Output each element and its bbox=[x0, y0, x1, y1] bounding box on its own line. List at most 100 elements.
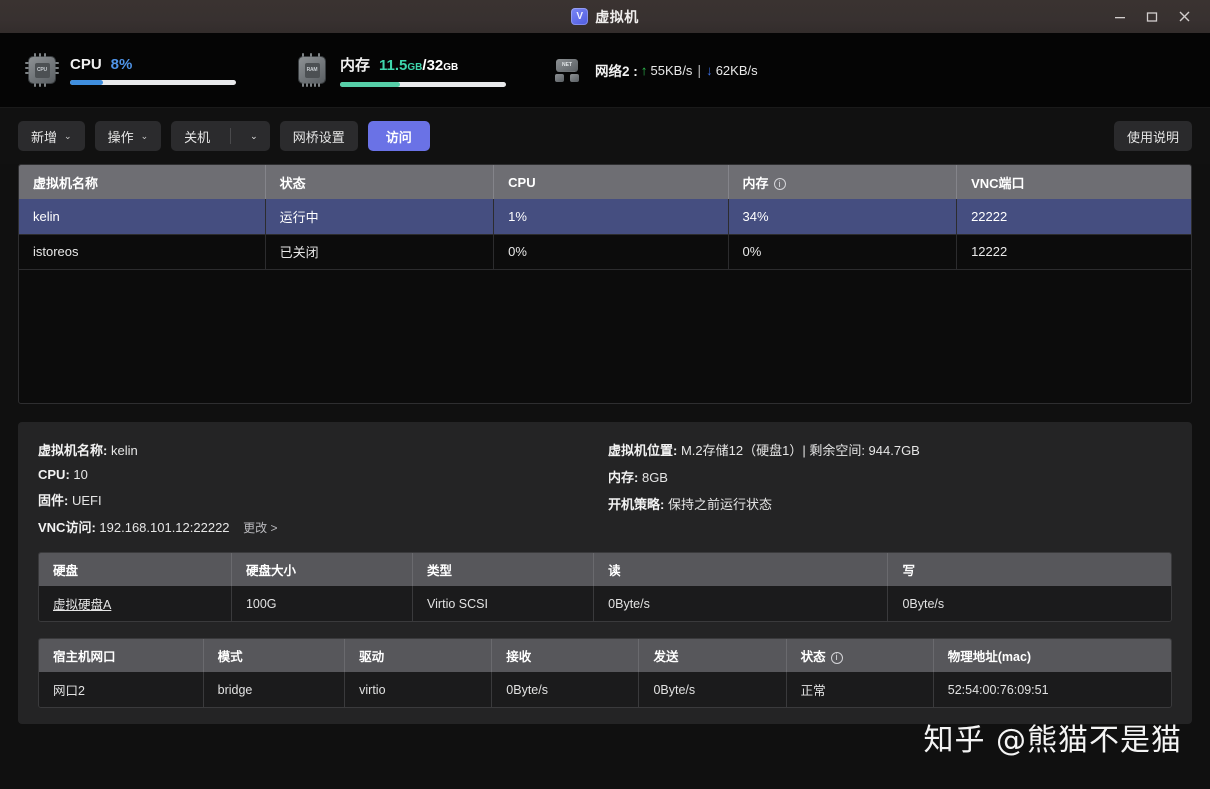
access-button-label: 访问 bbox=[385, 129, 412, 145]
memory-value: 11.5GB/32GB bbox=[379, 57, 458, 74]
column-header-vm-name[interactable]: 虚拟机名称 bbox=[19, 165, 266, 199]
detail-vnc-value: 192.168.101.12:22222 bbox=[99, 520, 230, 535]
cell-vm-cpu: 1% bbox=[493, 199, 729, 235]
column-header-driver: 驱动 bbox=[344, 639, 493, 672]
action-toolbar: 新增 ⌄ 操作 ⌄ 关机 ⌄ 网桥设置 访问 使用说明 bbox=[0, 108, 1210, 164]
add-button[interactable]: 新增 ⌄ bbox=[18, 121, 85, 151]
detail-location: 虚拟机位置: M.2存储12（硬盘1）| 剩余空间: 944.7GB bbox=[608, 440, 920, 459]
network-separator: | bbox=[697, 62, 701, 78]
cell-vm-name: istoreos bbox=[19, 234, 266, 270]
vm-details-panel: 虚拟机名称: kelin CPU: 10 固件: UEFI VNC访问: 192… bbox=[18, 422, 1192, 724]
column-header-net-status: 状态 i bbox=[786, 639, 934, 672]
cell-tx: 0Byte/s bbox=[638, 672, 787, 707]
cell-vm-memory: 0% bbox=[728, 234, 958, 270]
cpu-label: CPU bbox=[70, 55, 102, 73]
column-header-host-port: 宿主机网口 bbox=[39, 639, 204, 672]
memory-stat-body: 内存 11.5GB/32GB bbox=[340, 54, 506, 87]
vm-table: 虚拟机名称 状态 CPU 内存 i VNC端口 kelin 运行中 1% 34% 2222… bbox=[19, 165, 1191, 270]
memory-total-unit: GB bbox=[443, 61, 459, 73]
detail-boot-policy-label: 开机策略: bbox=[608, 497, 665, 512]
info-icon[interactable]: i bbox=[830, 651, 843, 664]
detail-memory: 内存: 8GB bbox=[608, 467, 920, 486]
network-table-body: 网口2 bridge virtio 0Byte/s 0Byte/s 正常 52:54:00:… bbox=[39, 672, 1171, 707]
detail-boot-policy: 开机策略: 保持之前运行状态 bbox=[608, 494, 920, 513]
cell-mode: bridge bbox=[203, 672, 346, 707]
cell-vm-vnc-port: 12222 bbox=[956, 234, 1191, 270]
maximize-icon[interactable] bbox=[1136, 0, 1168, 33]
detail-vm-name-value: kelin bbox=[110, 443, 138, 458]
close-icon[interactable] bbox=[1168, 0, 1200, 33]
bridge-settings-button[interactable]: 网桥设置 bbox=[279, 121, 358, 151]
action-button-label: 操作 bbox=[107, 129, 134, 145]
shutdown-chevron-down-icon[interactable]: ⌄ bbox=[238, 121, 270, 151]
memory-used: 11.5 bbox=[379, 56, 408, 74]
detail-column-right: 虚拟机位置: M.2存储12（硬盘1）| 剩余空间: 944.7GB 内存: 8… bbox=[608, 440, 920, 536]
download-speed: 62KB/s bbox=[715, 62, 758, 78]
network-stat: NET 网络2 : ↑ 55KB/s | ↓ 62KB/s bbox=[551, 54, 758, 86]
vm-manager-window: V 虚拟机 CPU CPU 8% RAM 内存 11.5GB/32GB NET … bbox=[0, 0, 1210, 789]
shutdown-button-label[interactable]: 关机 bbox=[171, 121, 223, 151]
column-header-cpu[interactable]: CPU bbox=[493, 165, 729, 199]
detail-vm-name-label: 虚拟机名称: bbox=[38, 443, 108, 458]
network-icon: NET bbox=[551, 54, 583, 86]
cell-vm-memory: 34% bbox=[728, 199, 958, 235]
network-stat-text: 网络2 : ↑ 55KB/s | ↓ 62KB/s bbox=[595, 60, 758, 80]
network-table-panel: 宿主机网口 模式 驱动 接收 发送 状态 i 物理地址(mac) 网口2 bridg… bbox=[38, 638, 1172, 708]
window-controls bbox=[1104, 0, 1200, 33]
upload-speed: 55KB/s bbox=[650, 62, 693, 78]
action-button[interactable]: 操作 ⌄ bbox=[94, 121, 162, 151]
cell-disk-write: 0Byte/s bbox=[887, 586, 1171, 621]
detail-vnc-access: VNC访问: 192.168.101.12:22222 更改 > bbox=[38, 517, 608, 536]
cell-vm-cpu: 0% bbox=[493, 234, 729, 270]
detail-firmware-value: UEFI bbox=[71, 493, 102, 508]
info-icon[interactable]: i bbox=[773, 178, 786, 191]
column-header-disk-size: 硬盘大小 bbox=[231, 553, 414, 586]
detail-cpu-value: 10 bbox=[73, 467, 88, 482]
bridge-settings-label: 网桥设置 bbox=[292, 129, 345, 145]
column-header-vnc-port[interactable]: VNC端口 bbox=[956, 165, 1191, 199]
table-row[interactable]: istoreos 已关闭 0% 0% 12222 bbox=[19, 234, 1191, 270]
cell-disk-name[interactable]: 虚拟硬盘A bbox=[39, 586, 232, 621]
shutdown-split-button[interactable]: 关机 ⌄ bbox=[171, 121, 270, 151]
change-vnc-link[interactable]: 更改 > bbox=[243, 521, 277, 535]
cell-status: 正常 bbox=[786, 672, 934, 707]
detail-location-value: M.2存储12（硬盘1）| 剩余空间: 944.7GB bbox=[680, 443, 920, 458]
minimize-icon[interactable] bbox=[1104, 0, 1136, 33]
detail-location-label: 虚拟机位置: bbox=[608, 443, 678, 458]
detail-boot-policy-value: 保持之前运行状态 bbox=[667, 497, 772, 512]
column-header-memory[interactable]: 内存 i bbox=[728, 165, 958, 199]
table-row[interactable]: kelin 运行中 1% 34% 22222 bbox=[19, 199, 1191, 235]
detail-firmware: 固件: UEFI bbox=[38, 490, 608, 509]
detail-memory-value: 8GB bbox=[641, 470, 668, 485]
cell-vm-vnc-port: 22222 bbox=[956, 199, 1191, 235]
detail-vm-name: 虚拟机名称: kelin bbox=[38, 440, 608, 459]
detail-firmware-label: 固件: bbox=[38, 493, 69, 508]
cell-mac: 52:54:00:76:09:51 bbox=[933, 672, 1171, 707]
memory-used-unit: GB bbox=[407, 61, 423, 73]
detail-cpu-label: CPU: bbox=[38, 467, 70, 482]
cpu-stat: CPU CPU 8% bbox=[25, 53, 296, 87]
detail-columns: 虚拟机名称: kelin CPU: 10 固件: UEFI VNC访问: 192… bbox=[38, 440, 1172, 536]
column-header-status[interactable]: 状态 bbox=[265, 165, 495, 199]
cell-disk-read: 0Byte/s bbox=[593, 586, 889, 621]
cpu-stat-body: CPU 8% bbox=[70, 56, 236, 85]
memory-label: 内存 bbox=[340, 56, 371, 74]
upload-arrow-icon: ↑ bbox=[640, 62, 648, 78]
watermark: 知乎 @熊猫不是猫 bbox=[923, 723, 1182, 758]
column-header-disk-type: 类型 bbox=[412, 553, 595, 586]
cell-vm-status: 运行中 bbox=[265, 199, 495, 235]
help-button[interactable]: 使用说明 bbox=[1113, 121, 1192, 151]
detail-vnc-label: VNC访问: bbox=[38, 520, 96, 535]
table-row: 虚拟硬盘A 100G Virtio SCSI 0Byte/s 0Byte/s bbox=[39, 586, 1171, 621]
disk-table: 硬盘 硬盘大小 类型 读 写 虚拟硬盘A 100G Virtio SCSI 0Byte… bbox=[39, 553, 1171, 621]
title-group: V 虚拟机 bbox=[571, 7, 639, 27]
window-title: 虚拟机 bbox=[595, 8, 639, 25]
column-header-disk-write: 写 bbox=[887, 553, 1171, 586]
split-divider bbox=[230, 128, 232, 144]
access-button[interactable]: 访问 bbox=[367, 121, 430, 151]
disk-link[interactable]: 虚拟硬盘A bbox=[53, 598, 111, 612]
cell-rx: 0Byte/s bbox=[491, 672, 640, 707]
help-button-label: 使用说明 bbox=[1126, 129, 1179, 145]
cell-disk-type: Virtio SCSI bbox=[412, 586, 595, 621]
column-header-net-status-label: 状态 bbox=[800, 650, 826, 664]
